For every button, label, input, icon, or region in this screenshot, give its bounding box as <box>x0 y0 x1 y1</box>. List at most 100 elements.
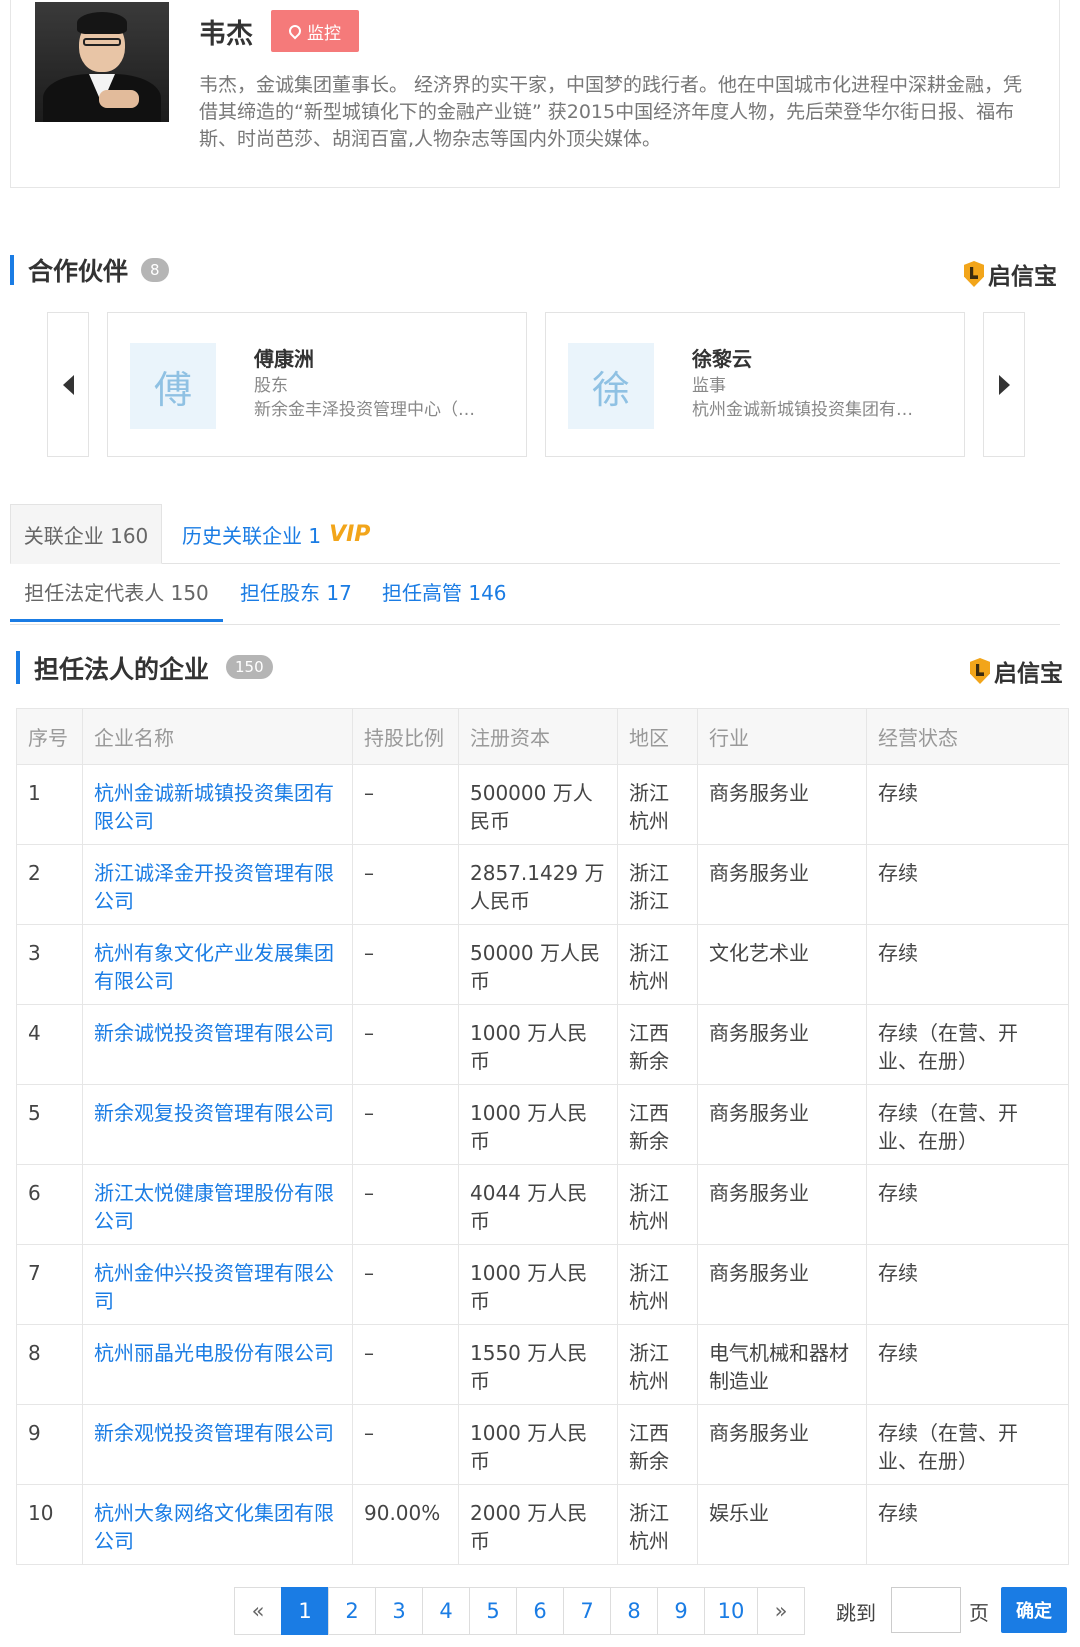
companies-table: 序号 企业名称 持股比例 注册资本 地区 行业 经营状态 1 杭州金诚新城镇投资… <box>16 708 1069 1565</box>
cell-capital: 1000 万人民币 <box>458 1084 618 1165</box>
table-row: 10 杭州大象网络文化集团有限公司 90.00% 2000 万人民币 浙江 杭州… <box>16 1484 1069 1565</box>
page-button[interactable]: 5 <box>469 1587 517 1635</box>
cell-industry: 商务服务业 <box>697 1244 867 1325</box>
carousel-next-button[interactable] <box>983 312 1025 457</box>
page-button[interactable]: 10 <box>704 1587 758 1635</box>
partner-company[interactable]: 杭州金诚新城镇投资集团有… <box>692 395 932 420</box>
column-header: 持股比例 <box>352 708 459 765</box>
next-page-button[interactable]: » <box>757 1587 805 1635</box>
cell-status: 存续（在营、开业、在册） <box>866 1404 1069 1485</box>
cell-status: 存续 <box>866 924 1069 1005</box>
table-row: 6 浙江太悦健康管理股份有限公司 – 4044 万人民币 浙江 杭州 商务服务业… <box>16 1164 1069 1245</box>
cell-no: 8 <box>16 1324 83 1405</box>
cell-no: 1 <box>16 764 83 845</box>
page-button[interactable]: 2 <box>328 1587 376 1635</box>
cell-capital: 1550 万人民币 <box>458 1324 618 1405</box>
companies-count-badge: 150 <box>226 655 273 679</box>
page-button[interactable]: 4 <box>422 1587 470 1635</box>
profile-card: 韦杰 监控 韦杰，金诚集团董事长。 经济界的实干家，中国梦的践行者。他在中国城市… <box>10 0 1060 188</box>
cell-no: 5 <box>16 1084 83 1165</box>
partner-company[interactable]: 新余金丰泽投资管理中心（… <box>254 395 494 420</box>
cell-ratio: – <box>352 1164 459 1245</box>
company-name-link[interactable]: 杭州丽晶光电股份有限公司 <box>82 1324 353 1405</box>
page-button[interactable]: 6 <box>516 1587 564 1635</box>
brand-logo: 启信宝 <box>970 654 1063 688</box>
cell-industry: 电气机械和器材制造业 <box>697 1324 867 1405</box>
company-name-link[interactable]: 新余观悦投资管理有限公司 <box>82 1404 353 1485</box>
partner-name[interactable]: 徐黎云 <box>692 343 752 372</box>
partner-card[interactable]: 傅 傅康洲 股东 新余金丰泽投资管理中心（… <box>107 312 527 457</box>
cell-no: 2 <box>16 844 83 925</box>
tab-bar <box>10 504 1060 564</box>
company-name-link[interactable]: 杭州金诚新城镇投资集团有限公司 <box>82 764 353 845</box>
pagination: « 1 2 3 4 5 6 7 8 9 10 » <box>234 1587 805 1635</box>
monitor-button[interactable]: 监控 <box>271 10 359 52</box>
shield-icon <box>964 261 984 287</box>
cell-region: 浙江 杭州 <box>617 1324 698 1405</box>
cell-capital: 2857.1429 万人民币 <box>458 844 618 925</box>
page-button[interactable]: 3 <box>375 1587 423 1635</box>
cell-no: 4 <box>16 1004 83 1085</box>
company-name-link[interactable]: 浙江诚泽金开投资管理有限公司 <box>82 844 353 925</box>
cell-ratio: – <box>352 844 459 925</box>
partner-card[interactable]: 徐 徐黎云 监事 杭州金诚新城镇投资集团有… <box>545 312 965 457</box>
confirm-button[interactable]: 确定 <box>1001 1587 1067 1633</box>
cell-industry: 商务服务业 <box>697 764 867 845</box>
page-button[interactable]: 1 <box>281 1587 329 1635</box>
subtab-shareholder[interactable]: 担任股东 17 <box>240 578 352 622</box>
tab-history-label: 历史关联企业 1 <box>182 523 322 548</box>
tab-history-companies[interactable]: 历史关联企业 1 VIP <box>182 504 370 564</box>
cell-region: 浙江 杭州 <box>617 924 698 1005</box>
arrow-right-icon <box>998 374 1010 395</box>
cell-industry: 娱乐业 <box>697 1484 867 1565</box>
person-name: 韦杰 <box>199 19 253 50</box>
table-row: 8 杭州丽晶光电股份有限公司 – 1550 万人民币 浙江 杭州 电气机械和器材… <box>16 1324 1069 1405</box>
subtab-divider <box>10 624 1060 625</box>
cell-ratio: – <box>352 764 459 845</box>
cell-industry: 商务服务业 <box>697 1164 867 1245</box>
table-header-row: 序号 企业名称 持股比例 注册资本 地区 行业 经营状态 <box>16 708 1069 765</box>
monitor-label: 监控 <box>307 23 341 44</box>
partner-name[interactable]: 傅康洲 <box>254 343 314 372</box>
tab-related-companies[interactable]: 关联企业 160 <box>10 504 162 564</box>
prev-page-button[interactable]: « <box>234 1587 282 1635</box>
cell-no: 7 <box>16 1244 83 1325</box>
cell-capital: 500000 万人民币 <box>458 764 618 845</box>
cell-industry: 商务服务业 <box>697 1084 867 1165</box>
partner-role: 股东 <box>254 376 288 396</box>
partner-avatar: 徐 <box>568 343 654 429</box>
brand-label: 启信宝 <box>994 661 1063 687</box>
cell-ratio: – <box>352 1004 459 1085</box>
cell-capital: 50000 万人民币 <box>458 924 618 1005</box>
company-name-link[interactable]: 浙江太悦健康管理股份有限公司 <box>82 1164 353 1245</box>
company-name-link[interactable]: 杭州大象网络文化集团有限公司 <box>82 1484 353 1565</box>
table-row: 2 浙江诚泽金开投资管理有限公司 – 2857.1429 万人民币 浙江 浙江 … <box>16 844 1069 925</box>
subtab-executive[interactable]: 担任高管 146 <box>382 578 507 622</box>
subtab-legal-representative[interactable]: 担任法定代表人 150 <box>10 578 223 622</box>
page-unit-label: 页 <box>969 1601 989 1625</box>
page-jump-input[interactable] <box>891 1587 961 1633</box>
cell-no: 10 <box>16 1484 83 1565</box>
column-header: 行业 <box>697 708 867 765</box>
company-name-link[interactable]: 杭州金仲兴投资管理有限公司 <box>82 1244 353 1325</box>
page-button[interactable]: 8 <box>610 1587 658 1635</box>
cell-status: 存续 <box>866 1244 1069 1325</box>
cell-industry: 商务服务业 <box>697 844 867 925</box>
location-pin-icon <box>286 22 304 40</box>
cell-capital: 4044 万人民币 <box>458 1164 618 1245</box>
carousel-prev-button[interactable] <box>47 312 89 457</box>
cell-region: 江西 新余 <box>617 1084 698 1165</box>
company-name-link[interactable]: 新余诚悦投资管理有限公司 <box>82 1004 353 1085</box>
cell-region: 浙江 浙江 <box>617 844 698 925</box>
cell-region: 浙江 杭州 <box>617 1164 698 1245</box>
column-header: 序号 <box>16 708 83 765</box>
page-button[interactable]: 9 <box>657 1587 705 1635</box>
cell-region: 浙江 杭州 <box>617 1484 698 1565</box>
page-button[interactable]: 7 <box>563 1587 611 1635</box>
cell-ratio: – <box>352 1404 459 1485</box>
company-name-link[interactable]: 杭州有象文化产业发展集团有限公司 <box>82 924 353 1005</box>
cell-ratio: – <box>352 924 459 1005</box>
cell-industry: 商务服务业 <box>697 1404 867 1485</box>
person-bio: 韦杰，金诚集团董事长。 经济界的实干家，中国梦的践行者。他在中国城市化进程中深耕… <box>199 74 1023 150</box>
company-name-link[interactable]: 新余观复投资管理有限公司 <box>82 1084 353 1165</box>
